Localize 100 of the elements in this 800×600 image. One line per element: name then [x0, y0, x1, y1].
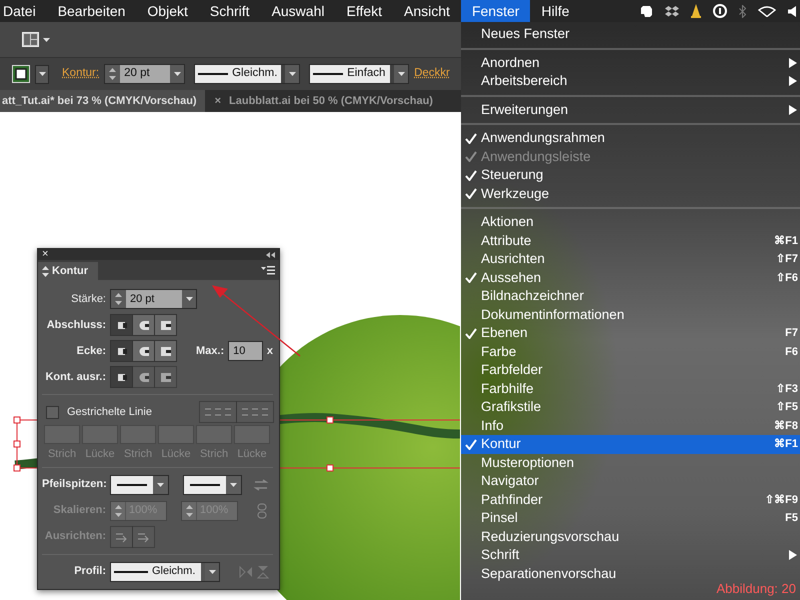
shortcut-label: F7	[785, 326, 799, 341]
shortcut-label: ⇧⌘F9	[765, 492, 799, 508]
field-label: Pfeilspitzen:	[42, 477, 106, 492]
stepper-arrows-icon	[186, 504, 192, 516]
menu-item[interactable]: Farbhilfe ⇧F3	[461, 380, 800, 398]
stroke-swatch-icon	[12, 65, 30, 83]
menu-item[interactable]: Anordnen	[461, 54, 800, 72]
stroke-link[interactable]: Kontur:	[62, 65, 100, 83]
shortcut-label: ⇧F5	[776, 400, 799, 415]
menu-item[interactable]: Arbeitsbereich	[461, 72, 800, 90]
corner-button[interactable]	[110, 340, 133, 362]
menu-item[interactable]: Pinsel F5	[461, 509, 800, 528]
align-button[interactable]	[110, 366, 133, 388]
arrowhead-dropdown[interactable]	[110, 474, 169, 494]
menu-bar-item[interactable]: Fenster	[460, 0, 530, 22]
stroke-line-icon	[117, 484, 147, 486]
menu-item[interactable]: Ebenen F7	[461, 324, 800, 342]
swap-icon	[253, 478, 269, 490]
document-tab[interactable]: att_Tut.ai* bei 73 % (CMYK/Vorschau)	[0, 90, 205, 112]
caret-icon	[186, 297, 192, 301]
cap-button[interactable]	[154, 314, 177, 336]
layout-button[interactable]	[22, 32, 50, 47]
caret-icon	[174, 72, 181, 76]
shortcut-label: ⇧F3	[776, 382, 799, 396]
cap-button[interactable]	[110, 314, 133, 336]
menu-item[interactable]: Steuerung	[461, 166, 800, 184]
layout-icon	[22, 32, 39, 47]
menu-item[interactable]: Aussehen ⇧F6	[461, 268, 800, 287]
menu-item[interactable]: Ausrichten ⇧F7	[461, 250, 800, 268]
dash-icon	[242, 408, 268, 416]
profile-dropdown[interactable]: Gleichm.	[194, 64, 300, 84]
panel-tab[interactable]: Kontur	[38, 262, 98, 280]
shortcut-label: ⌘F1	[774, 437, 799, 452]
profile-dropdown[interactable]: Gleichm.	[110, 562, 220, 582]
align-button[interactable]	[132, 366, 155, 388]
menu-item[interactable]: Reduzierungsvorschau	[461, 528, 800, 546]
menu-item[interactable]: Bildnachzeichner	[461, 287, 800, 306]
menu-item[interactable]: Erweiterungen	[461, 100, 800, 119]
menu-item[interactable]: Anwendungsrahmen	[461, 129, 800, 148]
corner-button[interactable]	[132, 340, 155, 362]
field-label: Kont. ausr.:	[44, 370, 106, 385]
menu-bar-item[interactable]: Effekt	[335, 0, 394, 22]
menu-bar-item[interactable]: Schrift	[198, 0, 261, 22]
menu-item[interactable]: Grafikstile ⇧F5	[461, 398, 800, 416]
menu-item[interactable]: Navigator	[461, 472, 800, 490]
cap-button[interactable]	[132, 314, 155, 336]
menu-item[interactable]: Info ⌘F8	[461, 416, 800, 435]
arrow-right-icon	[116, 530, 128, 542]
arrowhead-dropdown[interactable]	[183, 474, 242, 494]
miter-field[interactable]: 10	[228, 341, 263, 361]
menu-bar-item[interactable]: Objekt	[136, 0, 199, 22]
stroke-weight-field[interactable]: 20 pt	[110, 289, 197, 309]
document-tab[interactable]: × Laubblatt.ai bei 50 % (CMYK/Vorschau)	[204, 90, 441, 112]
menu-item[interactable]: Musteroptionen	[461, 454, 800, 472]
dash-icon	[205, 408, 231, 416]
shortcut-label: F6	[785, 344, 799, 360]
stepper-arrows-icon	[114, 504, 122, 516]
menu-bar-item[interactable]: Auswahl	[260, 0, 336, 22]
corner-button[interactable]	[154, 340, 177, 362]
field-label: Abschluss:	[46, 318, 106, 333]
menu-bar-item[interactable]: Datei	[0, 0, 47, 22]
menu-item[interactable]: Werkzeuge	[461, 184, 800, 203]
link-icon	[257, 502, 267, 518]
menu-item[interactable]: Dokumentinformationen	[461, 306, 800, 324]
speaker-icon	[788, 6, 796, 16]
caret-icon	[157, 482, 164, 486]
field-label: Stärke:	[70, 292, 106, 307]
menu-item[interactable]: Kontur ⌘F1	[461, 435, 800, 454]
collapse-icon	[266, 252, 275, 258]
caret-icon	[230, 482, 237, 486]
caret-icon	[288, 72, 296, 76]
dropdown-button[interactable]	[35, 64, 49, 84]
menu-item[interactable]: Farbfelder	[461, 361, 800, 380]
arrow-right-icon	[138, 530, 150, 542]
menu-bar-item[interactable]: Bearbeiten	[46, 0, 136, 22]
wifi-icon	[758, 6, 776, 16]
corner-icon	[160, 344, 172, 358]
menu-bar-item[interactable]: Ansicht	[393, 0, 461, 22]
panel-menu-icon	[261, 265, 275, 275]
flip-horizontal-icon	[239, 566, 253, 578]
menu-item[interactable]: Pathfinder ⇧⌘F9	[461, 490, 800, 509]
info-circle-icon	[713, 4, 727, 18]
field-label: Max.:	[196, 344, 224, 359]
menu-item[interactable]: Attribute ⌘F1	[461, 232, 800, 250]
flip-vertical-icon	[257, 564, 269, 578]
menu-bar-item[interactable]: Hilfe	[530, 0, 580, 22]
menu-item[interactable]: Aktionen	[461, 213, 800, 232]
brush-dropdown[interactable]: Einfach	[309, 64, 410, 84]
caret-icon	[38, 72, 46, 76]
shortcut-label: ⇧F6	[776, 270, 799, 286]
align-button[interactable]	[154, 366, 177, 388]
field-label: Profil:	[73, 564, 106, 580]
menu-item[interactable]: Farbe F6	[461, 342, 800, 361]
align-icon	[138, 370, 150, 384]
opacity-link[interactable]: Deckkr	[414, 65, 450, 83]
unit-label: x	[266, 344, 273, 359]
dropbox-icon	[665, 6, 679, 16]
close-button[interactable]: ×	[42, 249, 48, 260]
menu-item[interactable]: Schrift	[461, 546, 800, 564]
stroke-weight-field[interactable]: 20 pt	[104, 64, 186, 84]
